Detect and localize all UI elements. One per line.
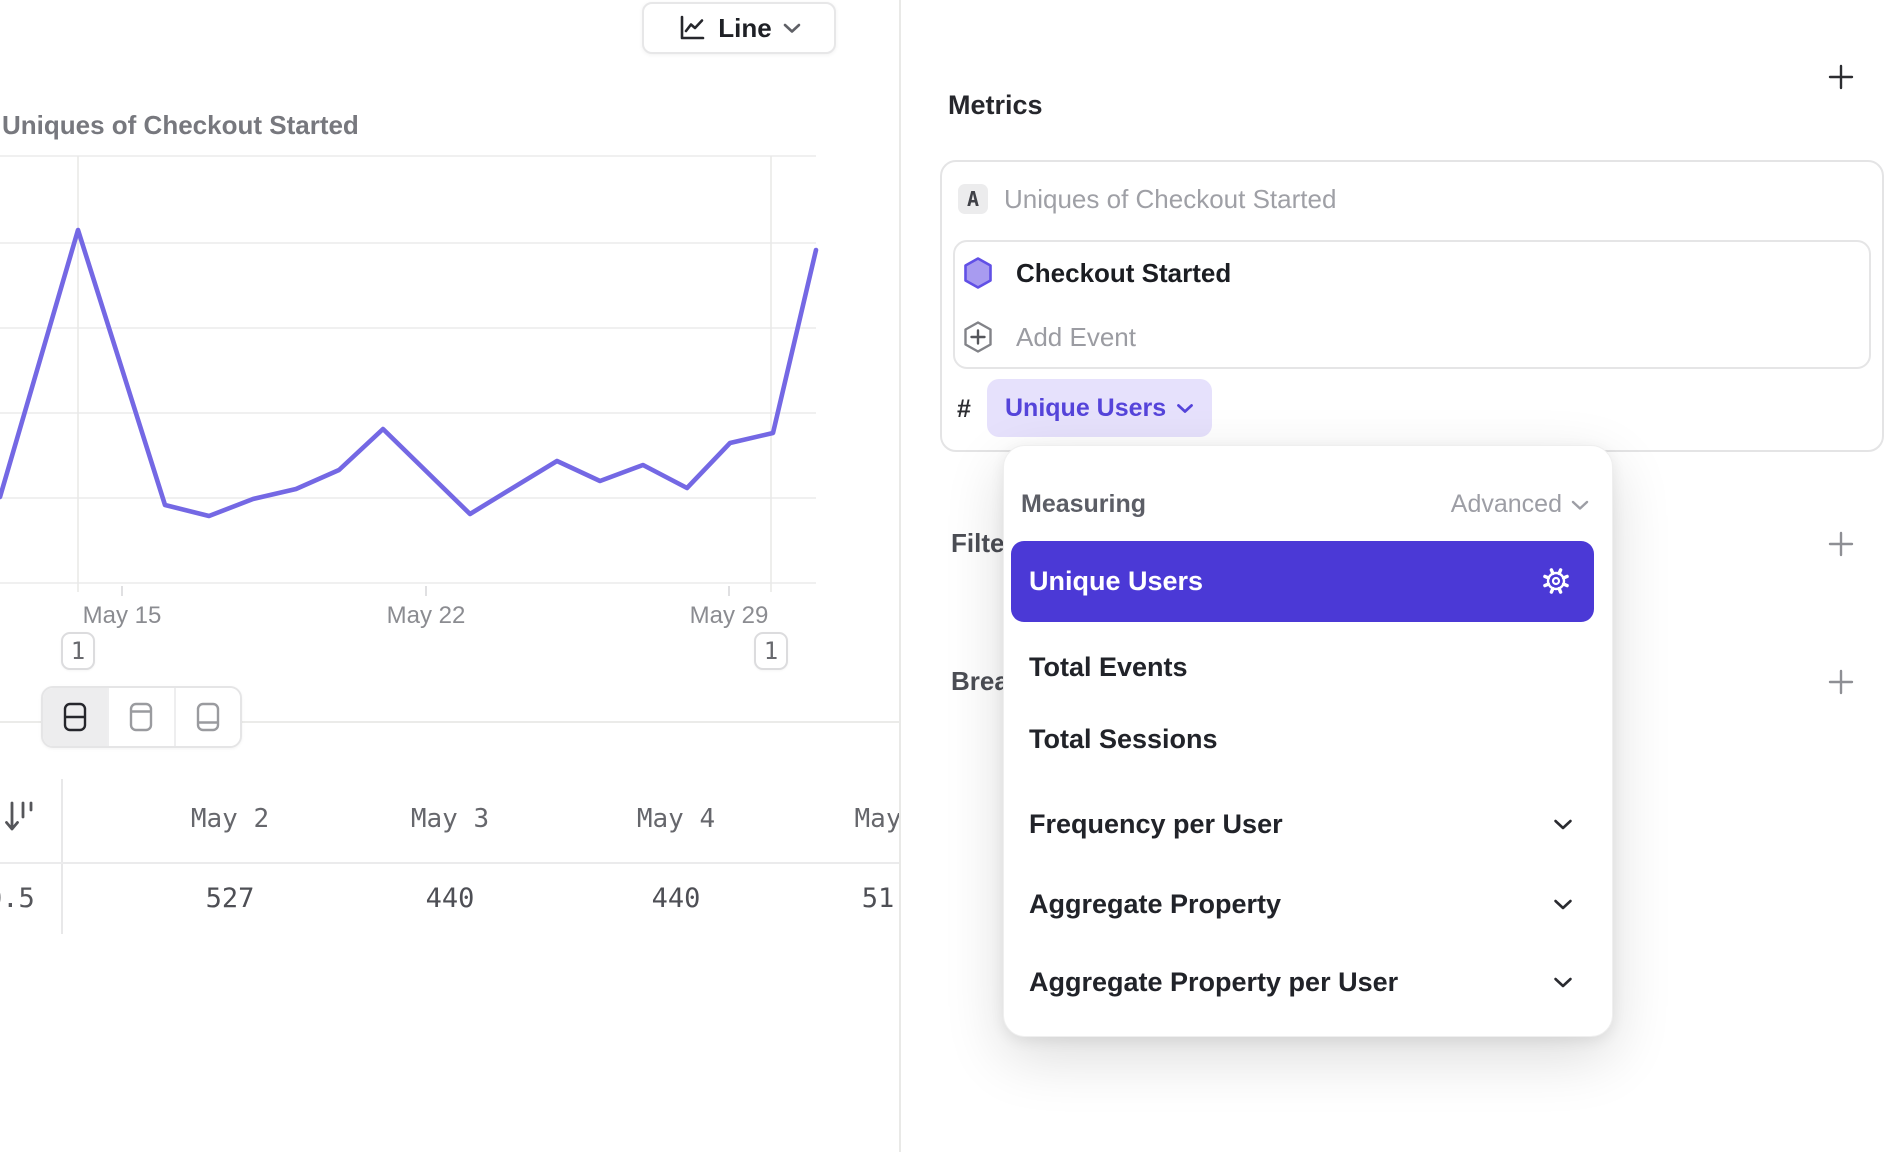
chevron-down-icon xyxy=(1176,403,1194,414)
table-cell-value: 51 xyxy=(862,883,895,914)
table-cell-value: 440 xyxy=(652,883,701,914)
event-name[interactable]: Checkout Started xyxy=(1016,258,1231,288)
option-label: Total Sessions xyxy=(1029,724,1218,755)
option-label: Frequency per User xyxy=(1029,809,1283,840)
chevron-down-icon xyxy=(1570,499,1590,511)
gear-icon[interactable] xyxy=(1538,563,1574,599)
chevron-down-icon xyxy=(1552,818,1574,831)
table-header-divider xyxy=(0,862,899,864)
series-line xyxy=(0,230,816,516)
table-cell-value: 440 xyxy=(426,883,475,914)
annotation-badge[interactable]: 1 xyxy=(754,632,788,670)
chevron-down-icon xyxy=(1552,898,1574,911)
metric-badge: A xyxy=(958,184,988,214)
add-filter-button[interactable] xyxy=(1827,530,1855,558)
annotation-badge[interactable]: 1 xyxy=(61,632,95,670)
measuring-label: Measuring xyxy=(1021,490,1146,519)
sort-descending-icon[interactable] xyxy=(3,799,37,839)
option-label: Total Events xyxy=(1029,652,1188,683)
insights-editor: Line Uniques of Checkout Started May 15M… xyxy=(0,0,1898,1152)
x-tick-label: May 29 xyxy=(690,602,769,630)
table-only-view-button[interactable] xyxy=(176,688,240,746)
view-toggle-group xyxy=(41,686,242,748)
option-label: Unique Users xyxy=(1029,566,1203,597)
x-tick-label: May 22 xyxy=(387,602,466,630)
option-label: Aggregate Property xyxy=(1029,889,1281,920)
measure-prefix: # xyxy=(957,395,971,424)
event-hexagon-icon xyxy=(962,256,994,290)
measuring-option-total-events[interactable]: Total Events xyxy=(1011,635,1594,699)
advanced-toggle[interactable]: Advanced xyxy=(1430,490,1590,519)
split-view-button[interactable] xyxy=(43,688,109,746)
metric-label: Uniques of Checkout Started xyxy=(1004,184,1336,214)
chevron-down-icon xyxy=(1552,976,1574,989)
measurement-value: Unique Users xyxy=(1005,394,1166,423)
table-cell-value: 527 xyxy=(206,883,255,914)
add-breakdown-button[interactable] xyxy=(1827,668,1855,696)
chart-pane: Line Uniques of Checkout Started May 15M… xyxy=(0,0,899,1152)
measuring-option-unique-users[interactable]: Unique Users xyxy=(1011,541,1594,622)
table-column-header[interactable]: May 4 xyxy=(637,804,715,834)
split-view-icon xyxy=(62,701,88,733)
metrics-heading: Metrics xyxy=(948,90,1043,121)
advanced-label: Advanced xyxy=(1451,490,1562,519)
table-row-label-value: 0.5 xyxy=(0,883,35,914)
add-event-icon[interactable] xyxy=(962,320,994,354)
table-column-divider xyxy=(61,779,63,934)
add-event-label[interactable]: Add Event xyxy=(1016,322,1136,352)
table-column-header[interactable]: May xyxy=(855,804,902,834)
measuring-option-aggregate-property[interactable]: Aggregate Property xyxy=(1011,872,1594,936)
measuring-option-total-sessions[interactable]: Total Sessions xyxy=(1011,707,1594,771)
table-only-view-icon xyxy=(195,701,221,733)
measurement-dropdown-chip[interactable]: Unique Users xyxy=(987,379,1212,437)
chart-only-view-button[interactable] xyxy=(109,688,175,746)
option-label: Aggregate Property per User xyxy=(1029,967,1398,998)
add-metric-button[interactable] xyxy=(1827,63,1855,91)
measuring-option-frequency-per-user[interactable]: Frequency per User xyxy=(1011,792,1594,856)
measuring-option-aggregate-property-per-user[interactable]: Aggregate Property per User xyxy=(1011,950,1594,1014)
x-tick-label: May 15 xyxy=(83,602,162,630)
chart-only-view-icon xyxy=(128,701,154,733)
table-column-header[interactable]: May 3 xyxy=(411,804,489,834)
table-column-header[interactable]: May 2 xyxy=(191,804,269,834)
